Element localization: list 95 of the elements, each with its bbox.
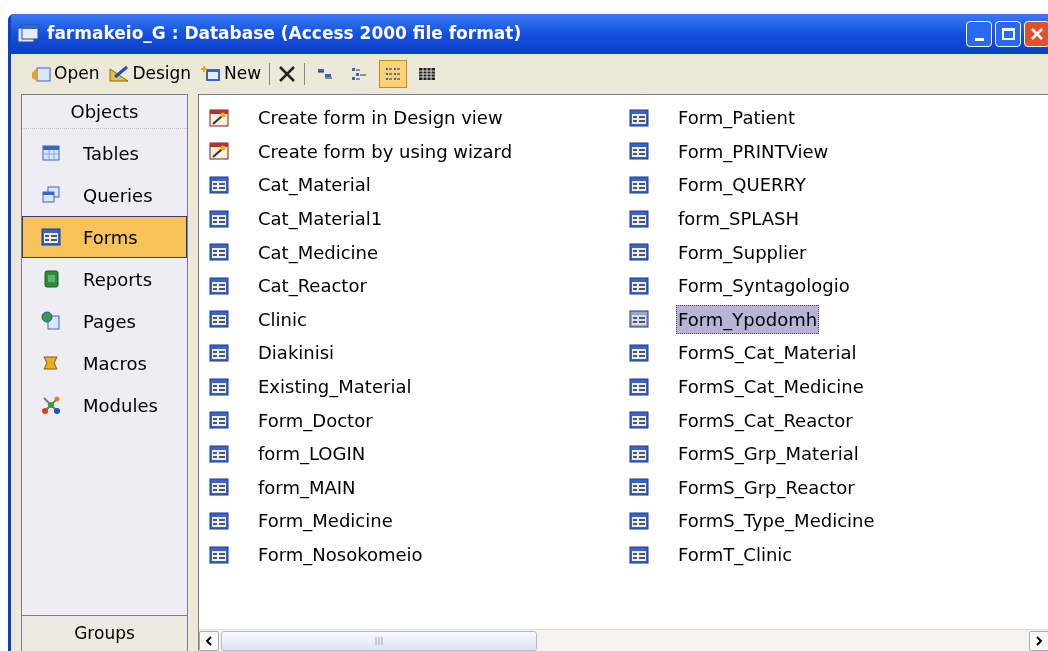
form-icon xyxy=(209,545,229,564)
grip-icon xyxy=(375,636,383,645)
form-item[interactable]: Form_Medicine xyxy=(256,506,395,536)
object-type-item[interactable]: Forms xyxy=(22,216,187,258)
form-item[interactable]: Form_Syntagologio xyxy=(676,271,852,301)
form-icon xyxy=(209,276,229,295)
form-item[interactable]: FormS_Grp_Reactor xyxy=(676,472,857,502)
form-icon xyxy=(629,478,649,497)
form-icon xyxy=(209,444,229,463)
design-button[interactable]: Design xyxy=(107,61,194,87)
small-icons-view-icon xyxy=(350,66,369,82)
database-window-icon xyxy=(17,24,39,44)
form-item[interactable]: form_MAIN xyxy=(256,472,358,502)
form-item[interactable]: Form_Supplier xyxy=(676,237,809,267)
form-icon xyxy=(41,228,61,246)
object-type-item[interactable]: Reports xyxy=(22,258,187,300)
form-item[interactable]: Create form by using wizard xyxy=(256,136,515,166)
form-item[interactable]: Form_Nosokomeio xyxy=(256,540,425,569)
form-item[interactable]: FormS_Grp_Material xyxy=(676,439,861,469)
form-icon xyxy=(209,310,229,329)
form-icon xyxy=(209,243,229,262)
form-icon xyxy=(629,411,649,430)
form-item[interactable]: FormS_Cat_Material xyxy=(676,338,859,368)
scroll-thumb[interactable] xyxy=(221,630,537,651)
form-icon xyxy=(629,444,649,463)
form-item[interactable]: Form_PRINTView xyxy=(676,136,831,166)
form-item[interactable]: Form_Ypodomh xyxy=(676,304,820,334)
modules-icon xyxy=(41,395,61,415)
groups-bar[interactable]: Groups xyxy=(22,615,187,651)
object-type-item[interactable]: Queries xyxy=(22,174,187,216)
form-item[interactable]: Form_Patient xyxy=(676,103,798,133)
form-icon xyxy=(629,276,649,295)
form-item[interactable]: Create form in Design view xyxy=(256,103,505,133)
form-icon xyxy=(629,176,649,194)
globe-page-icon xyxy=(41,311,61,331)
form-item[interactable]: Cat_Material1 xyxy=(256,204,385,234)
wand-form-icon xyxy=(209,108,229,127)
form-icon xyxy=(629,243,649,262)
ruler-pencil-icon xyxy=(109,65,130,83)
object-type-item[interactable]: Pages xyxy=(22,300,187,342)
details-view-icon xyxy=(418,66,437,82)
form-item[interactable]: Cat_Reactor xyxy=(256,271,369,301)
form-item[interactable]: FormT_Clinic xyxy=(676,540,795,569)
delete-icon xyxy=(278,65,297,83)
new-form-icon xyxy=(201,65,222,83)
object-type-item[interactable]: Modules xyxy=(22,384,187,426)
form-icon xyxy=(629,343,649,362)
form-icon xyxy=(209,209,229,228)
scroll-left-button[interactable] xyxy=(199,630,219,651)
form-icon xyxy=(629,310,649,329)
table-icon xyxy=(41,143,61,163)
form-item[interactable]: FormS_Cat_Medicine xyxy=(676,372,866,402)
form-item[interactable]: Form_Doctor xyxy=(256,405,375,435)
form-icon xyxy=(629,545,649,564)
open-button[interactable]: Open xyxy=(29,61,102,87)
form-icon xyxy=(629,377,649,396)
form-item[interactable]: Form_QUERRY xyxy=(676,170,808,200)
form-item[interactable]: form_SPLASH xyxy=(676,204,801,234)
maximize-icon xyxy=(1001,28,1015,40)
form-item[interactable]: Existing_Material xyxy=(256,372,414,402)
book-icon xyxy=(41,269,61,289)
form-item[interactable]: FormS_Cat_Reactor xyxy=(676,405,855,435)
new-button[interactable]: New xyxy=(199,61,264,87)
form-icon xyxy=(209,176,229,194)
form-icon xyxy=(209,377,229,396)
close-icon xyxy=(1030,27,1044,41)
minimize-button[interactable] xyxy=(966,21,992,47)
scroll-icon xyxy=(41,353,61,373)
form-icon xyxy=(209,478,229,497)
object-type-item[interactable]: Tables xyxy=(22,132,187,174)
form-item[interactable]: Diakinisi xyxy=(256,338,337,368)
form-icon xyxy=(209,411,229,430)
close-button[interactable] xyxy=(1024,21,1048,47)
large-icons-view-icon xyxy=(316,66,335,82)
minimize-icon xyxy=(974,38,984,41)
list-view-icon xyxy=(384,66,403,82)
query-icon xyxy=(41,185,61,205)
open-form-icon xyxy=(31,65,51,83)
form-icon xyxy=(209,343,229,362)
form-icon xyxy=(629,108,649,127)
form-item[interactable]: Cat_Medicine xyxy=(256,237,381,267)
objects-header: Objects xyxy=(22,95,187,129)
form-icon xyxy=(209,511,229,530)
scroll-right-button[interactable] xyxy=(1029,630,1048,651)
form-item[interactable]: form_LOGIN xyxy=(256,439,368,469)
wand-form-icon xyxy=(209,142,229,161)
maximize-button[interactable] xyxy=(995,21,1021,47)
window-title: farmakeio_G : Database (Access 2000 file format) xyxy=(47,22,522,46)
form-icon xyxy=(629,209,649,228)
form-item[interactable]: Cat_Material xyxy=(256,170,373,200)
form-icon xyxy=(629,142,649,161)
form-item[interactable]: Clinic xyxy=(256,304,309,334)
form-item[interactable]: FormS_Type_Medicine xyxy=(676,506,877,536)
object-type-item[interactable]: Macros xyxy=(22,342,187,384)
form-icon xyxy=(629,511,649,530)
